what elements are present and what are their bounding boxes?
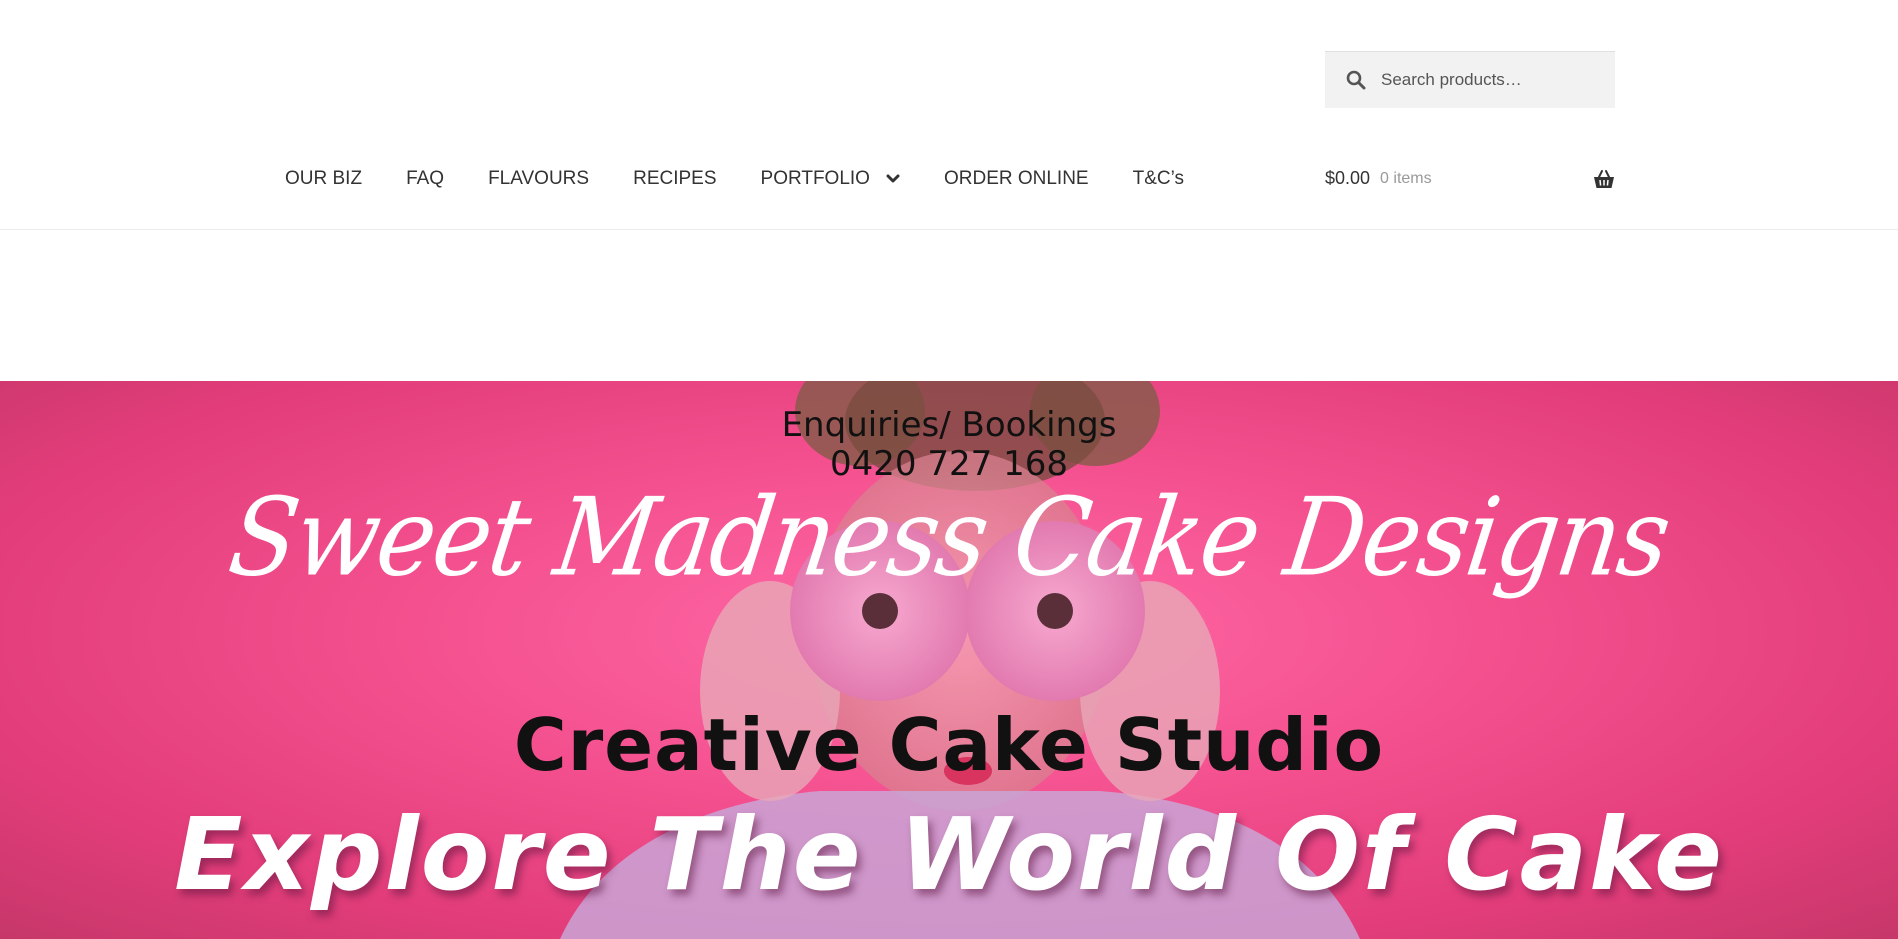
hero-tagline: Explore The World Of Cake xyxy=(174,796,1724,913)
cart-amount[interactable]: $0.00 xyxy=(1325,168,1370,189)
product-search[interactable] xyxy=(1325,51,1615,108)
site-header: OUR BIZ FAQ FLAVOURS RECIPES PORTFOLIO O… xyxy=(0,0,1898,230)
search-input[interactable] xyxy=(1379,69,1603,91)
nav-item-portfolio[interactable]: PORTFOLIO xyxy=(761,168,900,190)
main-navigation: OUR BIZ FAQ FLAVOURS RECIPES PORTFOLIO O… xyxy=(285,168,1228,190)
brand-script-title: Sweet Madness Cake Designs xyxy=(222,475,1676,601)
studio-heading: Creative Cake Studio xyxy=(513,703,1385,787)
enquiries-block: Enquiries/ Bookings 0420 727 168 xyxy=(0,406,1898,484)
nav-item-faq[interactable]: FAQ xyxy=(406,168,444,190)
nav-item-order-online[interactable]: ORDER ONLINE xyxy=(944,168,1089,190)
basket-icon[interactable] xyxy=(1593,169,1615,189)
cart-summary[interactable]: $0.00 0 items xyxy=(1325,168,1615,189)
hero-banner: Enquiries/ Bookings 0420 727 168 Sweet M… xyxy=(0,381,1898,939)
nav-item-recipes[interactable]: RECIPES xyxy=(633,168,716,190)
nav-item-flavours[interactable]: FLAVOURS xyxy=(488,168,589,190)
nav-item-portfolio-label: PORTFOLIO xyxy=(760,168,870,189)
cart-item-count[interactable]: 0 items xyxy=(1380,170,1432,188)
nav-item-our-biz[interactable]: OUR BIZ xyxy=(285,168,362,190)
chevron-down-icon[interactable] xyxy=(886,174,900,184)
enquiries-label: Enquiries/ Bookings xyxy=(781,405,1117,445)
nav-item-terms[interactable]: T&C’s xyxy=(1133,168,1184,190)
search-icon xyxy=(1345,69,1367,91)
